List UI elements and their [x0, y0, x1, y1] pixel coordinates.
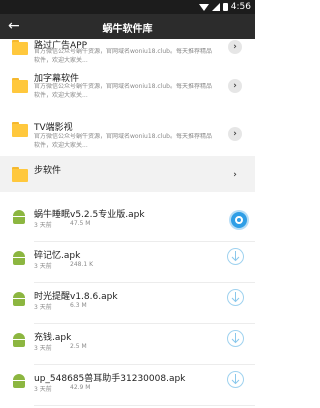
file-age: 3 天前: [34, 304, 52, 311]
folder-item[interactable]: 路过广告APP 官方微信公众号蜗牛资源，官网域名woniu18.club。每天推…: [0, 39, 255, 68]
folder-item[interactable]: 加字幕软件 官方微信公众号蜗牛资源，官网域名woniu18.club。每天推荐精…: [0, 68, 255, 108]
status-icons: 4:56: [198, 0, 251, 14]
android-apk-icon: [12, 251, 26, 265]
folder-item[interactable]: 步软件 ›: [0, 156, 255, 192]
file-meta: 3 天前 42.9 M: [34, 384, 90, 393]
folder-icon: [12, 40, 28, 55]
file-meta: 3 天前 2.5 M: [34, 343, 87, 352]
file-name: 碎记忆.apk: [34, 251, 81, 261]
file-age: 3 天前: [34, 386, 52, 393]
folder-icon: [12, 167, 28, 182]
ring-icon: [235, 216, 243, 224]
file-meta: 3 天前 47.5 M: [34, 220, 90, 229]
file-age: 3 天前: [34, 345, 52, 352]
file-age: 3 天前: [34, 222, 52, 229]
file-item[interactable]: 时光提醒v1.8.6.apk 3 天前 6.3 M: [0, 283, 255, 324]
wifi-icon: [198, 3, 209, 11]
file-meta: 3 天前 248.1 K: [34, 261, 93, 270]
file-item[interactable]: 碎记忆.apk 3 天前 248.1 K: [0, 242, 255, 283]
battery-icon: [222, 3, 228, 11]
download-button[interactable]: [227, 371, 244, 388]
android-apk-icon: [12, 292, 26, 306]
folder-desc: 官方微信公众号蜗牛资源，官网域名woniu18.club。每天推荐精品软件，欢迎…: [34, 48, 212, 64]
android-apk-icon: [12, 374, 26, 388]
folder-icon: [12, 78, 28, 93]
android-apk-icon: [12, 210, 26, 224]
file-size: 42.9 M: [70, 384, 91, 391]
arrow-down-icon: [231, 333, 240, 344]
download-button[interactable]: [227, 289, 244, 306]
arrow-down-icon: [231, 374, 240, 385]
download-button[interactable]: [227, 248, 244, 265]
page-title: 蜗牛软件库: [102, 24, 153, 35]
file-size: 2.5 M: [70, 343, 87, 350]
file-name: up_548685兽耳助手31230008.apk: [34, 374, 186, 384]
signal-icon: [211, 3, 220, 11]
app-bar: ← 蜗牛软件库: [0, 14, 255, 39]
chevron-right-icon[interactable]: ›: [228, 79, 242, 93]
folder-icon: [12, 122, 28, 137]
file-size: 47.5 M: [70, 220, 91, 227]
floating-action-button[interactable]: [231, 212, 247, 228]
folder-desc: 官方微信公众号蜗牛资源，官网域名woniu18.club。每天推荐精品软件，欢迎…: [34, 133, 212, 149]
file-name: 蜗牛睡眠v5.2.5专业版.apk: [34, 210, 145, 220]
status-time: 4:56: [230, 2, 251, 12]
arrow-down-icon: [231, 292, 240, 303]
folder-title: 步软件: [34, 166, 62, 176]
status-bar: 4:56: [0, 0, 255, 14]
folder-desc: 官方微信公众号蜗牛资源，官网域名woniu18.club。每天推荐精品软件，欢迎…: [34, 83, 212, 99]
chevron-right-icon[interactable]: ›: [228, 127, 242, 141]
android-apk-icon: [12, 333, 26, 347]
file-item[interactable]: 充钱.apk 3 天前 2.5 M: [0, 324, 255, 365]
file-size: 248.1 K: [70, 261, 94, 268]
file-name: 时光提醒v1.8.6.apk: [34, 292, 118, 302]
chevron-right-icon[interactable]: ›: [228, 168, 242, 182]
folder-title: TV端影视: [34, 123, 73, 133]
arrow-down-icon: [231, 251, 240, 262]
download-button[interactable]: [227, 330, 244, 347]
file-item[interactable]: 蜗牛睡眠v5.2.5专业版.apk 3 天前 47.5 M: [0, 201, 255, 242]
file-name: 充钱.apk: [34, 333, 72, 343]
file-age: 3 天前: [34, 263, 52, 270]
file-meta: 3 天前 6.3 M: [34, 302, 87, 311]
folder-item[interactable]: TV端影视 官方微信公众号蜗牛资源，官网域名woniu18.club。每天推荐精…: [0, 108, 255, 149]
chevron-right-icon[interactable]: ›: [228, 40, 242, 54]
file-size: 6.3 M: [70, 302, 87, 309]
file-list[interactable]: 路过广告APP 官方微信公众号蜗牛资源，官网域名woniu18.club。每天推…: [0, 39, 255, 408]
file-item[interactable]: up_548685兽耳助手31230008.apk 3 天前 42.9 M: [0, 365, 255, 406]
